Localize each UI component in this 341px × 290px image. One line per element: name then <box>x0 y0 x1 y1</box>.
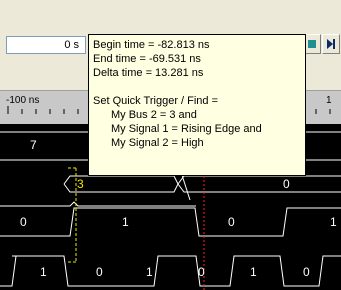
signal1-value-label: 0 <box>20 215 27 229</box>
ruler-left-label: -100 ns <box>6 95 40 106</box>
trigger-condition: My Bus 2 = 3 and <box>111 109 197 121</box>
quick-trigger-heading: Set Quick Trigger / Find = <box>93 95 219 107</box>
signal2-value-label: 1 <box>40 265 47 279</box>
tooltip-spacer <box>93 80 305 94</box>
signal2-value-label: 1 <box>146 265 153 279</box>
trigger-condition: My Signal 2 = High <box>111 137 204 149</box>
begin-time-text: Begin time = -82.813 ns <box>93 39 210 51</box>
bus1-value-label: 7 <box>30 138 37 152</box>
bus2-value-label: 0 <box>283 177 290 191</box>
signal2-value-label: 0 <box>303 265 310 279</box>
signal1-waveform <box>0 201 341 237</box>
signal2-value-label: 1 <box>250 265 257 279</box>
signal1-value-label: 1 <box>330 215 337 229</box>
signal2-waveform <box>0 255 341 287</box>
delta-time-text: Delta time = 13.281 ns <box>93 67 204 79</box>
measurement-tooltip: Begin time = -82.813 ns End time = -69.5… <box>88 34 306 176</box>
bus2-value-label: 3 <box>77 177 84 191</box>
logic-analyzer-window: 0 s -100 ns 1 7 3 0 0 1 0 1 1 0 1 0 1 0 … <box>0 0 341 290</box>
ruler-right-label: 1 <box>326 95 332 106</box>
signal1-value-label: 0 <box>228 215 235 229</box>
signal2-value-label: 0 <box>96 265 103 279</box>
end-time-text: End time = -69.531 ns <box>93 53 201 65</box>
signal2-value-label: 0 <box>198 265 205 279</box>
find-next-icon <box>308 40 316 48</box>
time-input[interactable]: 0 s <box>6 36 86 54</box>
bus2-waveform <box>63 171 341 201</box>
selection-box[interactable] <box>68 167 77 263</box>
trigger-condition: My Signal 1 = Rising Edge and <box>111 123 262 135</box>
play-to-end-button[interactable] <box>322 34 340 54</box>
play-to-end-icon <box>327 39 335 49</box>
signal1-value-label: 1 <box>122 215 129 229</box>
